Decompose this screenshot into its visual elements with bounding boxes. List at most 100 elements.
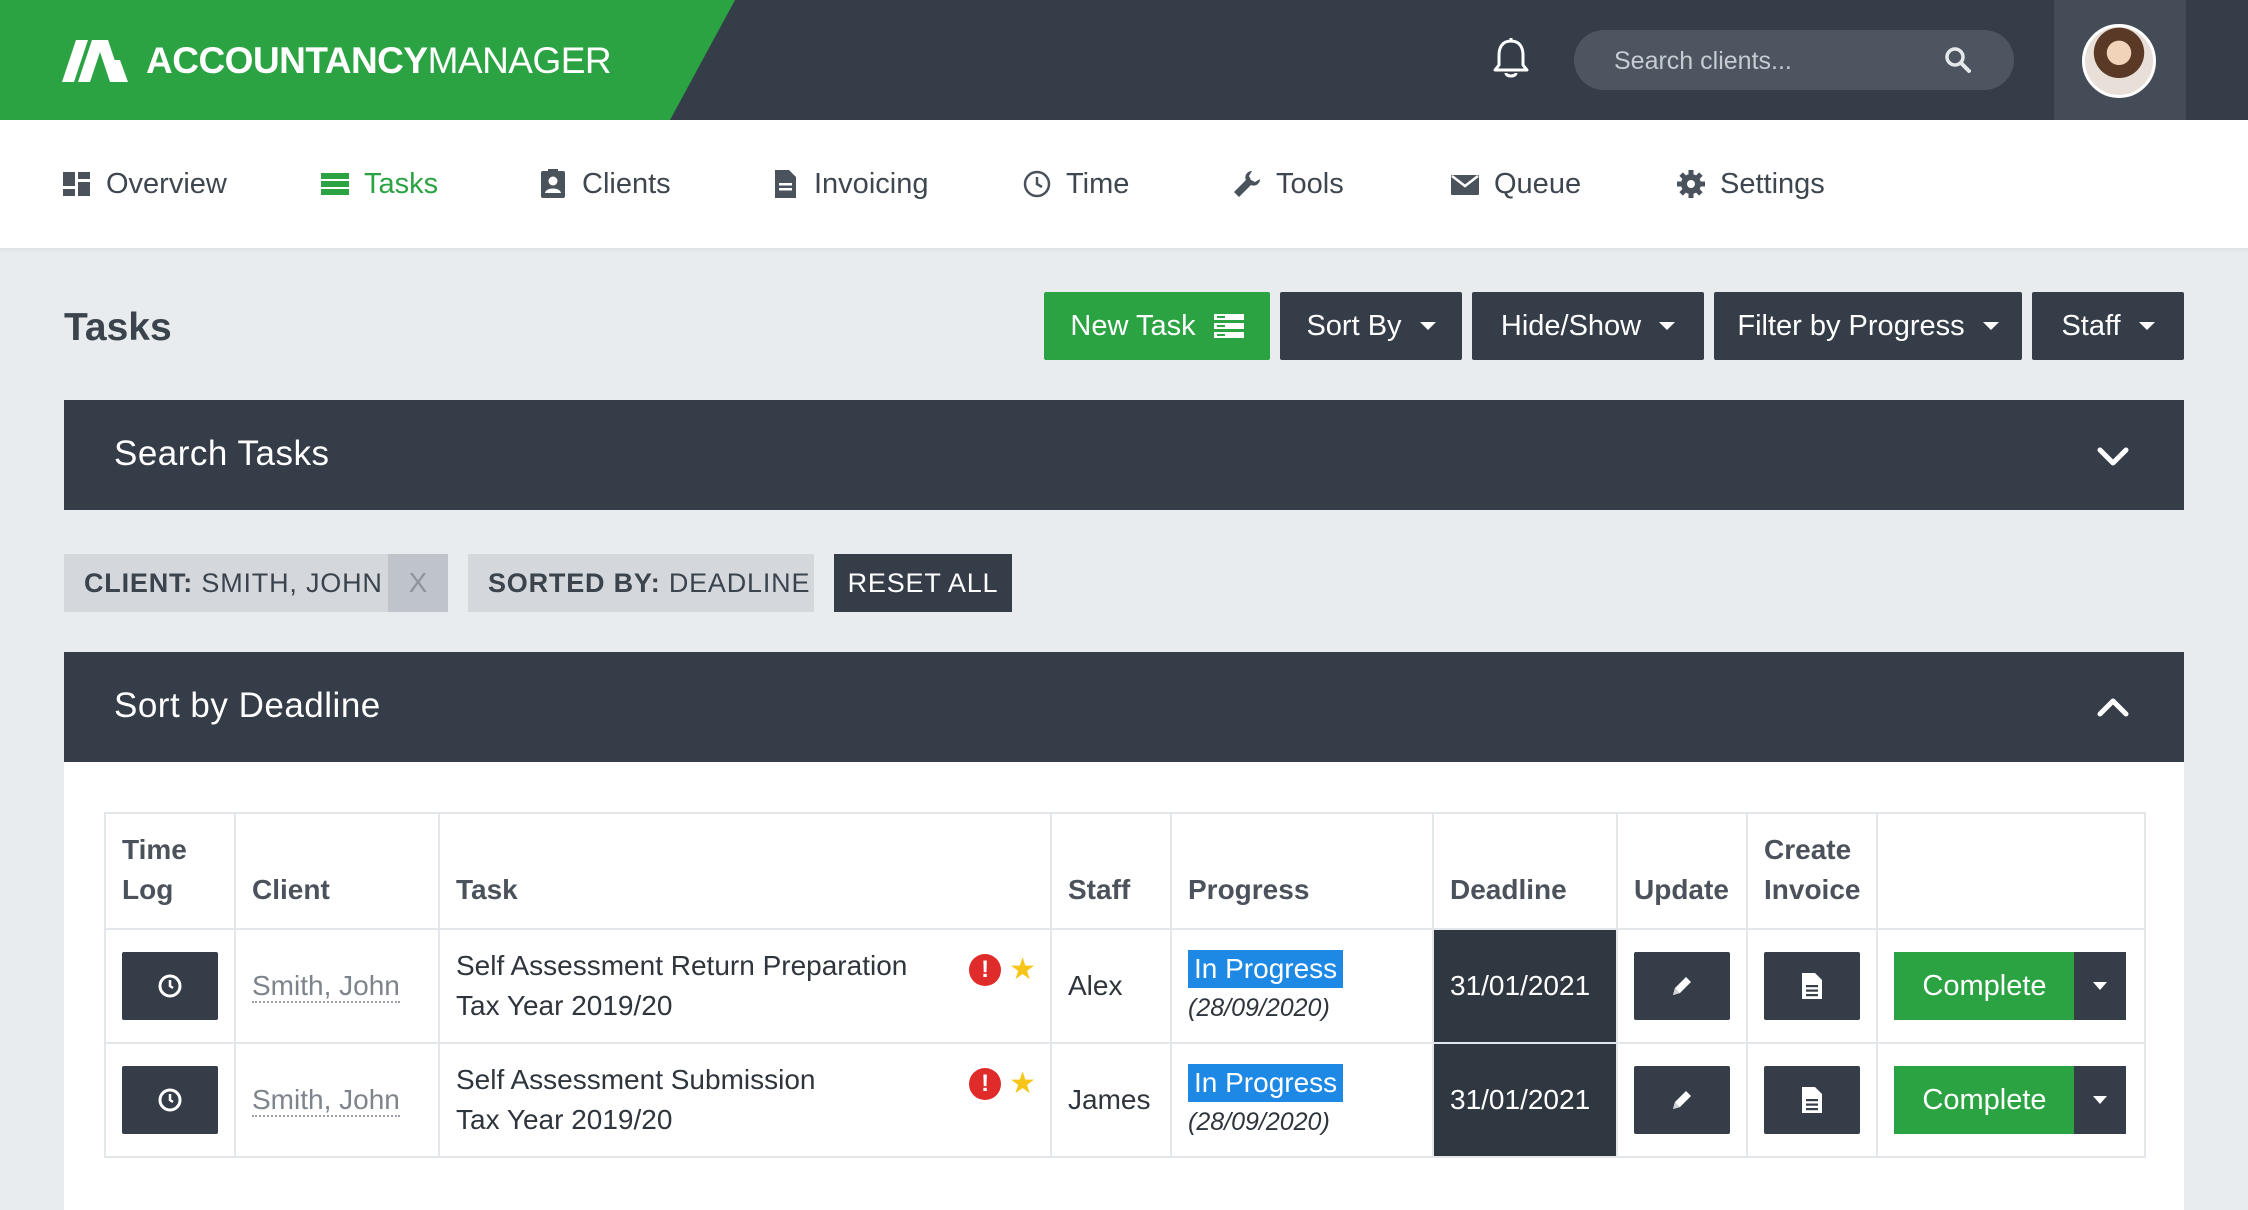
search-icon[interactable] <box>1944 46 1972 74</box>
remove-client-filter-button[interactable]: X <box>388 554 448 612</box>
col-deadline[interactable]: Deadline <box>1432 812 1618 930</box>
star-icon[interactable]: ★ <box>1009 1069 1036 1099</box>
client-cell: Smith, John <box>234 928 440 1044</box>
nav-clients[interactable]: Clients <box>538 164 671 204</box>
client-search-input[interactable]: Search clients... <box>1574 30 2014 90</box>
task-link[interactable]: Self Assessment Submission Tax Year 2019/… <box>456 1060 1034 1140</box>
brand-name-bold: ACCOUNTANCY <box>146 40 428 81</box>
sort-deadline-title: Sort by Deadline <box>114 686 381 725</box>
progress-badge: In Progress <box>1188 1063 1344 1102</box>
time-log-button[interactable] <box>122 952 218 1020</box>
update-cell <box>1616 928 1748 1044</box>
filter-progress-label: Filter by Progress <box>1737 309 1965 342</box>
clock-icon <box>1023 170 1051 198</box>
time-log-cell <box>104 1042 236 1158</box>
time-log-cell <box>104 928 236 1044</box>
brand-area[interactable]: ACCOUNTANCYMANAGER <box>0 0 735 120</box>
complete-options-button[interactable] <box>2074 1066 2127 1134</box>
new-task-button[interactable]: New Task <box>1044 292 1270 360</box>
reset-all-button[interactable]: RESET ALL <box>834 554 1012 612</box>
col-update: Update <box>1616 812 1748 930</box>
hide-show-dropdown[interactable]: Hide/Show <box>1472 292 1704 360</box>
complete-button[interactable]: Complete <box>1894 952 2075 1020</box>
nav-invoicing[interactable]: Invoicing <box>770 164 928 204</box>
search-tasks-panel[interactable]: Search Tasks <box>64 400 2184 510</box>
col-create-invoice-line1: Create <box>1764 834 1852 865</box>
col-create-invoice: Create Invoice <box>1745 812 1879 930</box>
search-placeholder: Search clients... <box>1614 47 1792 75</box>
tasks-list-icon <box>321 173 349 195</box>
col-staff[interactable]: Staff <box>1050 812 1172 930</box>
task-link[interactable]: Self Assessment Return Preparation Tax Ye… <box>456 946 1034 1026</box>
col-time-log-line1: Time <box>122 834 187 865</box>
col-time-log: Time Log <box>104 812 236 930</box>
client-filter-value: SMITH, JOHN <box>201 567 383 598</box>
gear-icon <box>1677 170 1705 198</box>
task-subtitle: Tax Year 2019/20 <box>456 990 673 1021</box>
task-list-icon <box>1213 314 1244 338</box>
caret-down-icon <box>1659 322 1676 330</box>
sort-filter-chip: SORTED BY: DEADLINE <box>468 554 814 612</box>
complete-button-group: Complete <box>1894 1066 2128 1134</box>
nav-time[interactable]: Time <box>1022 164 1129 204</box>
nav-queue[interactable]: Queue <box>1450 164 1581 204</box>
col-create-invoice-line2: Invoice <box>1764 874 1861 905</box>
sort-deadline-panel[interactable]: Sort by Deadline <box>64 652 2184 762</box>
table-row: Smith, John Self Assessment Return Prepa… <box>104 928 2147 1044</box>
hide-show-label: Hide/Show <box>1500 309 1642 342</box>
notification-bell-icon[interactable] <box>1488 36 1534 82</box>
nav-queue-label: Queue <box>1494 167 1582 200</box>
client-link[interactable]: Smith, John <box>252 1084 400 1117</box>
complete-button[interactable]: Complete <box>1894 1066 2075 1134</box>
client-filter-key: CLIENT: <box>84 567 194 598</box>
nav-settings-label: Settings <box>1720 167 1825 200</box>
nav-tasks[interactable]: Tasks <box>320 164 438 204</box>
complete-options-button[interactable] <box>2074 952 2127 1020</box>
caret-down-icon <box>1982 322 1999 330</box>
table-header-row: Time Log Client Task Staff Progress Deadl… <box>104 812 2147 930</box>
clock-icon <box>158 1088 182 1112</box>
time-log-button[interactable] <box>122 1066 218 1134</box>
chevron-up-icon[interactable] <box>2096 694 2130 722</box>
update-cell <box>1616 1042 1748 1158</box>
task-cell: Self Assessment Return Preparation Tax Ye… <box>438 928 1052 1044</box>
sort-by-dropdown[interactable]: Sort By <box>1280 292 1462 360</box>
client-link[interactable]: Smith, John <box>252 970 400 1003</box>
edit-button[interactable] <box>1634 1066 1730 1134</box>
caret-down-icon <box>1419 322 1436 330</box>
staff-dropdown[interactable]: Staff <box>2032 292 2184 360</box>
nav-time-label: Time <box>1066 167 1130 200</box>
nav-overview[interactable]: Overview <box>62 164 227 204</box>
col-client[interactable]: Client <box>234 812 440 930</box>
nav-settings[interactable]: Settings <box>1676 164 1825 204</box>
staff-label: Staff <box>2061 309 2121 342</box>
table-row: Smith, John Self Assessment Submission Ta… <box>104 1042 2147 1158</box>
client-cell: Smith, John <box>234 1042 440 1158</box>
task-title: Self Assessment Return Preparation <box>456 950 908 981</box>
col-time-log-line2: Log <box>122 874 174 905</box>
create-invoice-button[interactable] <box>1764 1066 1860 1134</box>
filter-progress-dropdown[interactable]: Filter by Progress <box>1714 292 2022 360</box>
edit-button[interactable] <box>1634 952 1730 1020</box>
pencil-icon <box>1673 977 1691 995</box>
nav-tools-label: Tools <box>1276 167 1344 200</box>
document-icon <box>775 170 796 198</box>
sort-by-label: Sort By <box>1306 309 1402 342</box>
staff-cell: James <box>1050 1042 1172 1158</box>
dashboard-icon <box>63 172 90 196</box>
nav-tasks-label: Tasks <box>364 167 439 200</box>
new-task-label: New Task <box>1070 309 1196 342</box>
avatar[interactable] <box>2082 24 2156 98</box>
envelope-icon <box>1451 175 1479 195</box>
brand-name: ACCOUNTANCYMANAGER <box>146 40 612 82</box>
task-cell: Self Assessment Submission Tax Year 2019/… <box>438 1042 1052 1158</box>
progress-date: (28/09/2020) <box>1188 993 1330 1022</box>
user-menu[interactable] <box>2054 0 2186 120</box>
col-task[interactable]: Task <box>438 812 1052 930</box>
task-flags: ! ★ <box>969 954 1036 986</box>
nav-tools[interactable]: Tools <box>1232 164 1344 204</box>
create-invoice-button[interactable] <box>1764 952 1860 1020</box>
col-progress[interactable]: Progress <box>1170 812 1434 930</box>
star-icon[interactable]: ★ <box>1009 955 1036 985</box>
chevron-down-icon[interactable] <box>2096 442 2130 470</box>
